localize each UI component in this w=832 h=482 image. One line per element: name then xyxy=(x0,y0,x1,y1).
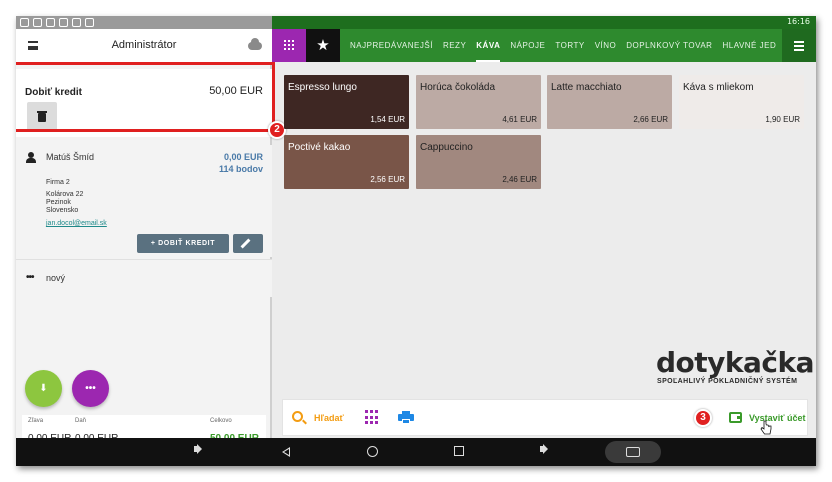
list-icon-line xyxy=(794,49,804,51)
wallet-icon[interactable] xyxy=(729,412,742,423)
list-icon-line xyxy=(794,45,804,47)
printer-icon[interactable] xyxy=(398,411,414,425)
more-icon: ••• xyxy=(26,272,34,283)
hand-cursor-icon xyxy=(760,420,772,435)
pencil-icon xyxy=(240,238,251,249)
customer-city: Pezinok xyxy=(46,199,71,206)
status-time: 16:16 xyxy=(786,17,810,26)
status-bar: 16:16 xyxy=(16,16,816,29)
tab-hlavne-jedla[interactable]: HLAVNÉ JED xyxy=(722,29,776,62)
product-tile[interactable]: Espresso lungo 1,54 EUR xyxy=(284,75,409,129)
product-name: Latte macchiato xyxy=(551,82,622,93)
tab-napoje[interactable]: NÁPOJE xyxy=(510,29,545,62)
new-customer-row[interactable]: ••• nový xyxy=(16,259,272,297)
keypad-tab[interactable] xyxy=(272,29,306,62)
annotation-badge-3: 3 xyxy=(694,409,712,427)
annotation-highlight-box xyxy=(16,62,275,132)
product-price: 1,90 EUR xyxy=(765,115,800,124)
discount-label: Zľava xyxy=(28,418,44,424)
customer-street: Kolárova 22 xyxy=(46,191,84,198)
customer-name: Matúš Šmíd xyxy=(46,152,95,162)
tax-label: Daň xyxy=(75,418,87,424)
screenshot-button[interactable] xyxy=(605,441,661,463)
system-nav-bar xyxy=(16,438,816,466)
customer-points: 114 bodov xyxy=(218,164,263,174)
product-tile[interactable]: Poctivé kakao 2,56 EUR xyxy=(284,135,409,189)
volume-down-icon[interactable] xyxy=(194,444,202,454)
product-name: Espresso lungo xyxy=(288,82,357,93)
brand-logo: dotykačka xyxy=(656,346,815,379)
total-label: Celkovo xyxy=(210,418,232,424)
product-name: Poctivé kakao xyxy=(288,142,351,153)
customer-card: Matúš Šmíd 0,00 EUR 114 bodov Firma 2 Ko… xyxy=(16,145,272,257)
product-name: Cappuccino xyxy=(420,142,473,153)
person-icon xyxy=(26,152,36,163)
customer-balance: 0,00 EUR xyxy=(223,152,263,162)
download-icon: ⬇ xyxy=(39,383,48,394)
status-bar-left xyxy=(16,16,272,29)
printer-icon-paper xyxy=(402,419,410,424)
list-view-button[interactable] xyxy=(782,29,816,62)
download-button[interactable]: ⬇ xyxy=(25,370,62,407)
volume-up-icon[interactable] xyxy=(540,444,548,454)
notification-icon xyxy=(46,18,55,27)
more-options-button[interactable]: ••• xyxy=(72,370,109,407)
product-price: 2,66 EUR xyxy=(633,115,668,124)
tab-vino[interactable]: VÍNO xyxy=(595,29,617,62)
product-tile[interactable]: Káva s mliekom 1,90 EUR xyxy=(679,75,804,129)
action-bar: Hľadať Vystaviť účet xyxy=(282,399,808,436)
more-icon: ••• xyxy=(85,383,96,394)
recent-apps-icon[interactable] xyxy=(454,446,464,456)
category-tabs: NAJPREDÁVANEJŠÍ REZY KÁVA NÁPOJE TORTY V… xyxy=(350,29,786,62)
home-icon[interactable] xyxy=(367,446,378,457)
panel-header: Administrátor xyxy=(16,29,272,62)
brand-tagline: SPOĽAHLIVÝ POKLADNIČNÝ SYSTÉM xyxy=(657,378,798,385)
product-tile[interactable]: Latte macchiato 2,66 EUR xyxy=(547,75,672,129)
back-icon[interactable] xyxy=(282,447,290,457)
edit-customer-button[interactable] xyxy=(233,234,263,253)
notification-icon xyxy=(20,18,29,27)
notification-icon xyxy=(33,18,42,27)
product-price: 4,61 EUR xyxy=(502,115,537,124)
favorites-tab[interactable]: ★ xyxy=(306,29,340,62)
search-icon[interactable] xyxy=(292,411,303,422)
notification-icon xyxy=(59,18,68,27)
new-customer-label: nový xyxy=(46,273,66,283)
product-tile[interactable]: Cappuccino 2,46 EUR xyxy=(416,135,541,189)
customer-email-link[interactable]: jan.docol@email.sk xyxy=(46,220,107,227)
camera-icon xyxy=(626,447,640,457)
product-price: 2,46 EUR xyxy=(502,175,537,184)
tab-najpredavanejsi[interactable]: NAJPREDÁVANEJŠÍ xyxy=(350,29,433,62)
keypad-icon xyxy=(283,39,295,51)
list-icon xyxy=(794,41,804,43)
tab-rezy[interactable]: REZY xyxy=(443,29,466,62)
page-title: Administrátor xyxy=(111,39,177,51)
category-nav: ★ NAJPREDÁVANEJŠÍ REZY KÁVA NÁPOJE TORTY… xyxy=(272,29,816,62)
topup-credit-button[interactable]: + DOBIŤ KREDIT xyxy=(137,234,229,253)
cloud-icon[interactable] xyxy=(248,38,262,50)
search-button[interactable]: Hľadať xyxy=(314,413,344,423)
customer-country: Slovensko xyxy=(46,207,79,214)
product-name: Káva s mliekom xyxy=(683,82,754,93)
tab-kava[interactable]: KÁVA xyxy=(476,29,501,62)
tab-doplnkovy-tovar[interactable]: DOPLNKOVÝ TOVAR xyxy=(626,29,712,62)
star-icon: ★ xyxy=(316,37,330,54)
keypad-icon[interactable] xyxy=(365,410,379,426)
customer-company: Firma 2 xyxy=(46,179,70,186)
product-tile[interactable]: Horúca čokoláda 4,61 EUR xyxy=(416,75,541,129)
product-name: Horúca čokoláda xyxy=(420,82,496,93)
tab-torty[interactable]: TORTY xyxy=(555,29,584,62)
issue-bill-button[interactable]: Vystaviť účet xyxy=(749,413,806,423)
notification-icon xyxy=(72,18,81,27)
product-price: 1,54 EUR xyxy=(370,115,405,124)
product-price: 2,56 EUR xyxy=(370,175,405,184)
app-window: 16:16 Administrátor Dobiť kredit 50,00 E… xyxy=(16,16,816,466)
notification-icon xyxy=(85,18,94,27)
